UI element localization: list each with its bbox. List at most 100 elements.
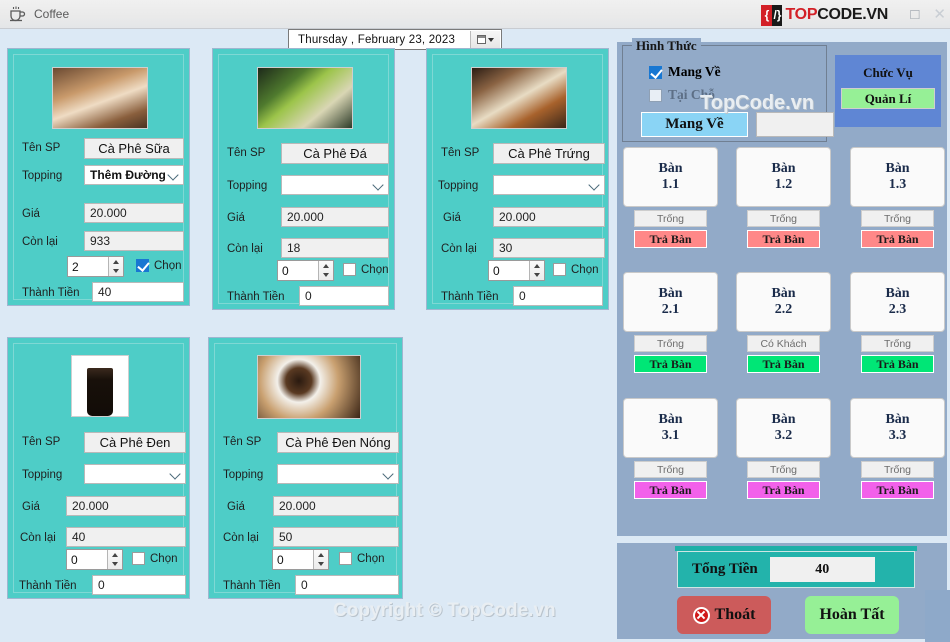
product-image	[52, 67, 148, 129]
select-checkbox[interactable]	[343, 263, 356, 276]
table-button[interactable]: Bàn 1.1	[623, 147, 718, 207]
table-status: Trống	[861, 461, 934, 478]
topping-select[interactable]	[493, 175, 605, 195]
table-cell[interactable]: Bàn 3.1 Trống Trả Bàn	[623, 398, 718, 499]
order-type-option-mang-ve[interactable]: Mang Về	[649, 64, 721, 80]
table-cell[interactable]: Bàn 2.3 Trống Trả Bàn	[850, 272, 945, 373]
table-release-button[interactable]: Trả Bàn	[747, 230, 820, 248]
stepper-arrows[interactable]	[108, 257, 123, 276]
quantity-stepper[interactable]: 0	[66, 549, 123, 570]
stepper-up-icon[interactable]	[318, 552, 324, 557]
order-type-option-tai-cho[interactable]: Tại Chỗ	[649, 87, 715, 103]
product-card[interactable]: Tên SP Cà Phê Đen Topping Giá 20.000 Còn…	[7, 337, 190, 599]
gia-label: Giá	[227, 501, 245, 513]
product-card[interactable]: Tên SP Cà Phê Đá Topping Giá 20.000 Còn …	[212, 48, 395, 310]
table-number: 2.2	[774, 302, 793, 317]
price-field: 20.000	[273, 496, 399, 516]
table-release-button[interactable]: Trả Bàn	[861, 230, 934, 248]
date-picker-dropdown-button[interactable]	[470, 31, 500, 48]
select-checkbox-group[interactable]: Chọn	[132, 552, 178, 565]
select-checkbox[interactable]	[553, 263, 566, 276]
table-release-button[interactable]: Trả Bàn	[634, 481, 707, 499]
watermark-bottom: Copyright © TopCode.vn	[333, 600, 556, 621]
remaining-field: 933	[84, 231, 184, 251]
table-number: 3.3	[888, 428, 907, 443]
table-button[interactable]: Bàn 1.3	[850, 147, 945, 207]
topping-select[interactable]	[84, 464, 186, 484]
table-cell[interactable]: Bàn 2.1 Trống Trả Bàn	[623, 272, 718, 373]
quantity-stepper[interactable]: 0	[488, 260, 545, 281]
select-checkbox[interactable]	[132, 552, 145, 565]
stepper-up-icon[interactable]	[534, 263, 540, 268]
stepper-arrows[interactable]	[318, 261, 333, 280]
table-button[interactable]: Bàn 3.2	[736, 398, 831, 458]
right-panel: Hình Thức Mang Về Tại Chỗ Mang Về Chức V…	[617, 38, 947, 536]
logo-mark-right: /}	[772, 4, 783, 26]
stepper-up-icon[interactable]	[323, 263, 329, 268]
stepper-up-icon[interactable]	[112, 552, 118, 557]
table-cell[interactable]: Bàn 3.3 Trống Trả Bàn	[850, 398, 945, 499]
stepper-down-icon[interactable]	[318, 562, 324, 567]
stepper-arrows[interactable]	[529, 261, 544, 280]
table-button[interactable]: Bàn 2.1	[623, 272, 718, 332]
panel-edge-decoration	[925, 590, 950, 642]
select-checkbox-group[interactable]: Chọn	[553, 263, 599, 276]
table-cell[interactable]: Bàn 1.2 Trống Trả Bàn	[736, 147, 831, 248]
stepper-down-icon[interactable]	[112, 562, 118, 567]
table-release-button[interactable]: Trả Bàn	[861, 481, 934, 499]
product-card[interactable]: Tên SP Cà Phê Sữa Topping Thêm Đường Giá…	[7, 48, 190, 306]
amount-field: 0	[299, 286, 389, 306]
table-button[interactable]: Bàn 2.2	[736, 272, 831, 332]
quantity-stepper[interactable]: 0	[272, 549, 329, 570]
table-grid: Bàn 1.1 Trống Trả Bàn Bàn 1.2 Trống Trả Bà…	[622, 147, 945, 531]
select-label: Chọn	[154, 259, 182, 272]
date-picker[interactable]: Thursday , February 23, 2023	[288, 29, 502, 50]
table-release-button[interactable]: Trả Bàn	[634, 355, 707, 373]
table-release-button[interactable]: Trả Bàn	[747, 481, 820, 499]
coffee-cup-icon	[8, 5, 26, 23]
stepper-down-icon[interactable]	[534, 273, 540, 278]
order-type-label-tai-cho: Tại Chỗ	[668, 87, 715, 102]
stepper-up-icon[interactable]	[113, 259, 119, 264]
finish-button[interactable]: Hoàn Tất	[805, 596, 899, 634]
close-button[interactable]: ✕	[933, 7, 946, 22]
topping-value: Thêm Đường	[90, 168, 166, 182]
stepper-arrows[interactable]	[313, 550, 328, 569]
table-release-button[interactable]: Trả Bàn	[747, 355, 820, 373]
chevron-down-icon	[488, 37, 494, 42]
thanh-tien-label: Thành Tiền	[223, 580, 281, 592]
product-card[interactable]: Tên SP Cà Phê Đen Nóng Topping Giá 20.00…	[208, 337, 403, 599]
stepper-down-icon[interactable]	[113, 269, 119, 274]
table-cell[interactable]: Bàn 2.2 Có Khách Trả Bàn	[736, 272, 831, 373]
topping-select[interactable]: Thêm Đường	[84, 165, 184, 185]
table-cell[interactable]: Bàn 1.3 Trống Trả Bàn	[850, 147, 945, 248]
table-release-button[interactable]: Trả Bàn	[861, 355, 934, 373]
product-card[interactable]: Tên SP Cà Phê Trứng Topping Giá 20.000 C…	[426, 48, 609, 310]
topping-select[interactable]	[281, 175, 389, 195]
product-image	[471, 67, 567, 129]
table-cell[interactable]: Bàn 3.2 Trống Trả Bàn	[736, 398, 831, 499]
thanh-tien-label: Thành Tiền	[441, 291, 499, 303]
select-checkbox-group[interactable]: Chọn	[136, 259, 182, 272]
table-button[interactable]: Bàn 2.3	[850, 272, 945, 332]
select-checkbox[interactable]	[136, 259, 149, 272]
table-button[interactable]: Bàn 3.1	[623, 398, 718, 458]
maximize-button[interactable]: □	[910, 7, 919, 22]
topping-select[interactable]	[277, 464, 399, 484]
order-type-checkbox-mang-ve[interactable]	[649, 65, 662, 79]
order-type-secondary-field[interactable]	[756, 112, 834, 137]
table-cell[interactable]: Bàn 1.1 Trống Trả Bàn	[623, 147, 718, 248]
stepper-arrows[interactable]	[107, 550, 122, 569]
exit-button[interactable]: Thoát	[677, 596, 771, 634]
table-button[interactable]: Bàn 1.2	[736, 147, 831, 207]
quantity-stepper[interactable]: 0	[277, 260, 334, 281]
order-type-checkbox-tai-cho[interactable]	[649, 88, 662, 102]
select-checkbox[interactable]	[339, 552, 352, 565]
select-checkbox-group[interactable]: Chọn	[339, 552, 385, 565]
role-panel: Chức Vụ Quản Lí	[835, 55, 941, 127]
table-button[interactable]: Bàn 3.3	[850, 398, 945, 458]
stepper-down-icon[interactable]	[323, 273, 329, 278]
table-release-button[interactable]: Trả Bàn	[634, 230, 707, 248]
select-checkbox-group[interactable]: Chọn	[343, 263, 389, 276]
quantity-stepper[interactable]: 2	[67, 256, 124, 277]
